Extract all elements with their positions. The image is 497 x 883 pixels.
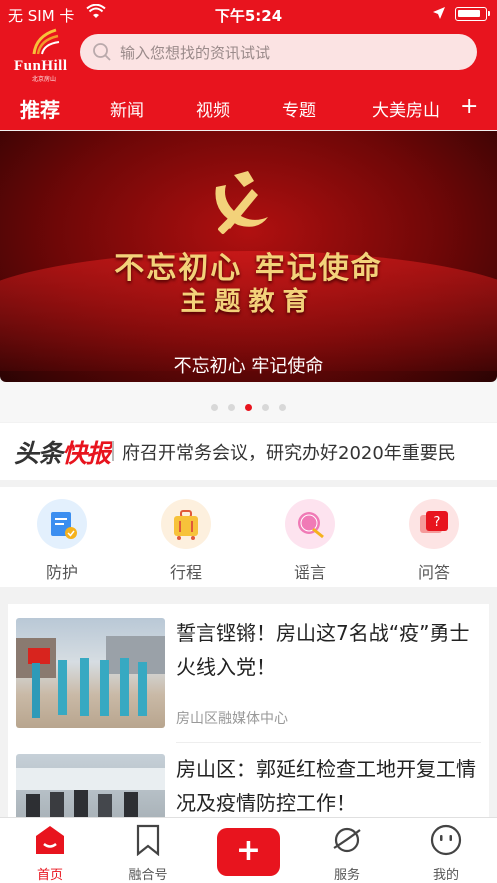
question-bubble-icon: ?: [409, 499, 459, 549]
top-header: 无 SIM 卡 下午5:24 FunHill 北京房山 输入您想找的资讯试试 推…: [0, 0, 497, 130]
quick-link-itinerary[interactable]: 行程: [156, 499, 216, 583]
ticker-divider: [112, 441, 114, 461]
quick-link-protection[interactable]: 防护: [32, 499, 92, 583]
home-icon: [36, 826, 64, 854]
ticker-headline[interactable]: 府召开常务会议，研究办好2020年重要民: [122, 439, 456, 465]
nav-services-label: 服务: [333, 868, 360, 883]
tab-news[interactable]: 新闻: [110, 96, 144, 121]
headline-ticker[interactable]: 头条快报 府召开常务会议，研究办好2020年重要民: [0, 423, 497, 480]
tab-recommend[interactable]: 推荐: [20, 94, 60, 123]
rumor-stamp-icon: [285, 499, 335, 549]
quick-link-label: 谣言: [293, 563, 326, 582]
bookmark-icon: [136, 824, 160, 857]
nav-profile-label: 我的: [432, 868, 459, 883]
banner-slogan-line2: 主题教育: [180, 287, 317, 317]
quick-link-qa[interactable]: ? 问答: [404, 499, 464, 583]
ticker-logo-part2: 快报: [62, 439, 111, 468]
battery-icon: [455, 7, 490, 21]
article-title: 房山区：郭延红检查工地开复工情况及疫情防控工作！: [176, 757, 476, 815]
nav-media-accounts[interactable]: 融合号: [113, 824, 183, 883]
carousel-dot[interactable]: [228, 404, 235, 411]
quick-link-label: 问答: [417, 563, 450, 582]
article-thumbnail: [16, 754, 165, 817]
ticker-logo: 头条快报: [14, 434, 111, 470]
ticker-logo-part1: 头条: [14, 439, 63, 468]
search-bar[interactable]: 输入您想找的资讯试试: [80, 34, 477, 70]
tab-topics[interactable]: 专题: [282, 96, 316, 121]
carousel-dot[interactable]: [211, 404, 218, 411]
search-placeholder: 输入您想找的资讯试试: [120, 44, 271, 62]
planet-icon: [333, 827, 361, 853]
location-icon: [432, 6, 446, 24]
party-emblem-icon: [215, 171, 268, 234]
article-divider: [176, 742, 481, 743]
article-title: 誓言铿锵！房山这7名战“疫”勇士火线入党！: [176, 621, 470, 679]
carousel-dot[interactable]: [262, 404, 269, 411]
nav-media-accounts-label: 融合号: [128, 868, 168, 883]
banner-caption: 不忘初心 牢记使命: [173, 356, 324, 377]
quick-link-label: 行程: [169, 563, 202, 582]
nav-home[interactable]: 首页: [15, 824, 85, 883]
carousel-dot[interactable]: [279, 404, 286, 411]
news-article-1[interactable]: 誓言铿锵！房山这7名战“疫”勇士火线入党！ 房山区融媒体中心: [8, 604, 489, 744]
shield-doc-icon: [37, 499, 87, 549]
status-bar: 无 SIM 卡 下午5:24: [0, 0, 497, 28]
app-logo[interactable]: FunHill 北京房山: [14, 28, 74, 83]
add-tab-icon[interactable]: +: [460, 94, 478, 119]
category-tabs: 推荐 新闻 视频 专题 大美房山 +: [0, 88, 497, 130]
news-article-2[interactable]: 房山区：郭延红检查工地开复工情况及疫情防控工作！: [8, 744, 489, 817]
add-icon[interactable]: +: [217, 828, 280, 876]
search-icon: [92, 42, 112, 66]
svg-text:?: ?: [434, 515, 441, 530]
face-icon: [430, 824, 462, 856]
logo-swirl-icon: [32, 28, 60, 55]
article-source: 房山区融媒体中心: [176, 711, 288, 727]
quick-links: 防护 行程 谣言 ? 问答: [0, 487, 497, 587]
tab-fangshan[interactable]: 大美房山: [372, 96, 444, 121]
logo-wordmark: FunHill: [14, 58, 68, 74]
nav-services[interactable]: 服务: [312, 824, 382, 883]
luggage-icon: [161, 499, 211, 549]
article-thumbnail: [16, 618, 165, 728]
hero-banner[interactable]: 不忘初心 牢记使命 主题教育 不忘初心 牢记使命: [0, 131, 497, 382]
quick-link-rumor[interactable]: 谣言: [280, 499, 340, 583]
logo-subtitle: 北京房山: [32, 76, 57, 83]
carousel-indicator: [0, 382, 497, 422]
nav-profile[interactable]: 我的: [411, 824, 481, 883]
status-time: 下午5:24: [214, 7, 283, 25]
carousel-dot-active[interactable]: [245, 404, 252, 411]
nav-home-label: 首页: [36, 868, 63, 883]
quick-link-label: 防护: [45, 563, 78, 582]
tab-video[interactable]: 视频: [196, 96, 230, 121]
bottom-nav: 首页 融合号 + 服务 我的: [0, 817, 497, 883]
